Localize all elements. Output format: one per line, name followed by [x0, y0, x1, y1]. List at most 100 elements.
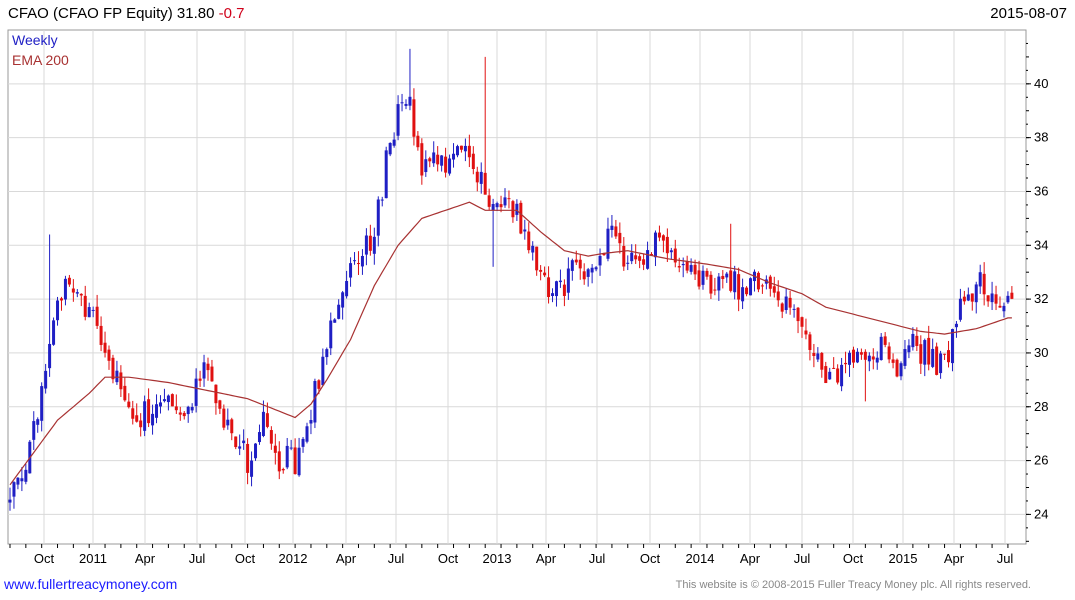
candle-body [396, 104, 400, 136]
candle [372, 227, 376, 265]
candle [71, 279, 75, 302]
candle-body [234, 436, 238, 448]
candle-body [32, 421, 36, 440]
y-tick-label: 40 [1034, 76, 1048, 91]
site-link[interactable]: www.fullertreacymoney.com [4, 576, 177, 592]
candle [329, 312, 333, 356]
candle-body [792, 308, 796, 310]
candle [127, 393, 131, 409]
candle [353, 252, 357, 265]
x-tick-label: Apr [135, 551, 156, 566]
candle-body [535, 246, 539, 271]
candle [871, 348, 875, 370]
candle [119, 365, 123, 397]
candle-body [313, 381, 317, 423]
candle-body [467, 145, 471, 158]
candle-body [848, 352, 852, 365]
candle-body [329, 320, 333, 349]
candle-body [174, 406, 178, 411]
candle-body [875, 357, 879, 363]
candle [309, 409, 313, 435]
candle [808, 331, 812, 361]
candle-body [341, 292, 345, 308]
candle-body [83, 295, 87, 317]
candle-body [927, 337, 931, 365]
candle [214, 384, 218, 415]
candle-body [436, 154, 440, 165]
candle [313, 378, 317, 429]
candle [333, 318, 337, 323]
candle [990, 281, 994, 311]
candle-body [618, 232, 622, 244]
candle [954, 321, 958, 338]
candle-body [400, 102, 404, 104]
candle-body [123, 385, 127, 401]
candle [867, 352, 871, 372]
candle [661, 234, 665, 253]
candle-body [325, 349, 329, 358]
candle-body [8, 499, 12, 503]
candle-body [376, 199, 380, 236]
candle [606, 217, 610, 262]
candle-body [871, 356, 875, 360]
candle [111, 354, 115, 384]
candle-body [598, 255, 602, 266]
candle-body [479, 171, 483, 184]
candle [780, 302, 784, 319]
candle [776, 280, 780, 307]
candle-body [717, 276, 721, 291]
candle-body [630, 252, 634, 262]
candle-body [170, 394, 174, 407]
candle-body [364, 235, 368, 255]
candle [519, 200, 523, 235]
candle-body [345, 281, 349, 297]
candle-body [87, 307, 91, 318]
candle-body [709, 274, 713, 294]
candle [440, 155, 444, 172]
candle-body [1006, 295, 1010, 303]
candle-body [899, 363, 903, 377]
candle [412, 88, 416, 146]
y-tick-label: 34 [1034, 237, 1048, 252]
candle [729, 223, 733, 293]
candle-body [745, 287, 749, 295]
x-tick-label: 2015 [889, 551, 918, 566]
candle-body [297, 447, 301, 476]
candle [364, 228, 368, 266]
candle-body [947, 350, 951, 363]
candle-body [836, 368, 840, 383]
candle [788, 290, 792, 315]
candle [669, 247, 673, 260]
x-tick-label: Apr [536, 551, 557, 566]
candle [79, 293, 83, 307]
candle-body [261, 411, 265, 436]
candle [428, 156, 432, 168]
candle [115, 360, 119, 385]
candle-body [994, 294, 998, 304]
candle [222, 404, 226, 431]
candle-body [701, 270, 705, 285]
candle [325, 347, 329, 365]
candle-body [939, 353, 943, 374]
candle [44, 363, 48, 394]
candle-body [353, 260, 357, 262]
candle [230, 417, 234, 441]
candle [277, 441, 281, 480]
candle-body [67, 277, 71, 285]
candle-body [551, 293, 555, 296]
candle-body [832, 367, 836, 369]
candle [16, 477, 20, 490]
candle [958, 288, 962, 322]
candle-body [269, 430, 273, 444]
candle [752, 269, 756, 292]
candle-body [863, 351, 867, 360]
candle [52, 317, 56, 346]
x-tick-label: Jul [388, 551, 405, 566]
candle [459, 145, 463, 153]
candle-body [760, 285, 764, 287]
candle [202, 354, 206, 387]
candle [91, 306, 95, 318]
candle-body [511, 201, 515, 218]
candle-body [483, 172, 487, 195]
candle [170, 393, 174, 407]
